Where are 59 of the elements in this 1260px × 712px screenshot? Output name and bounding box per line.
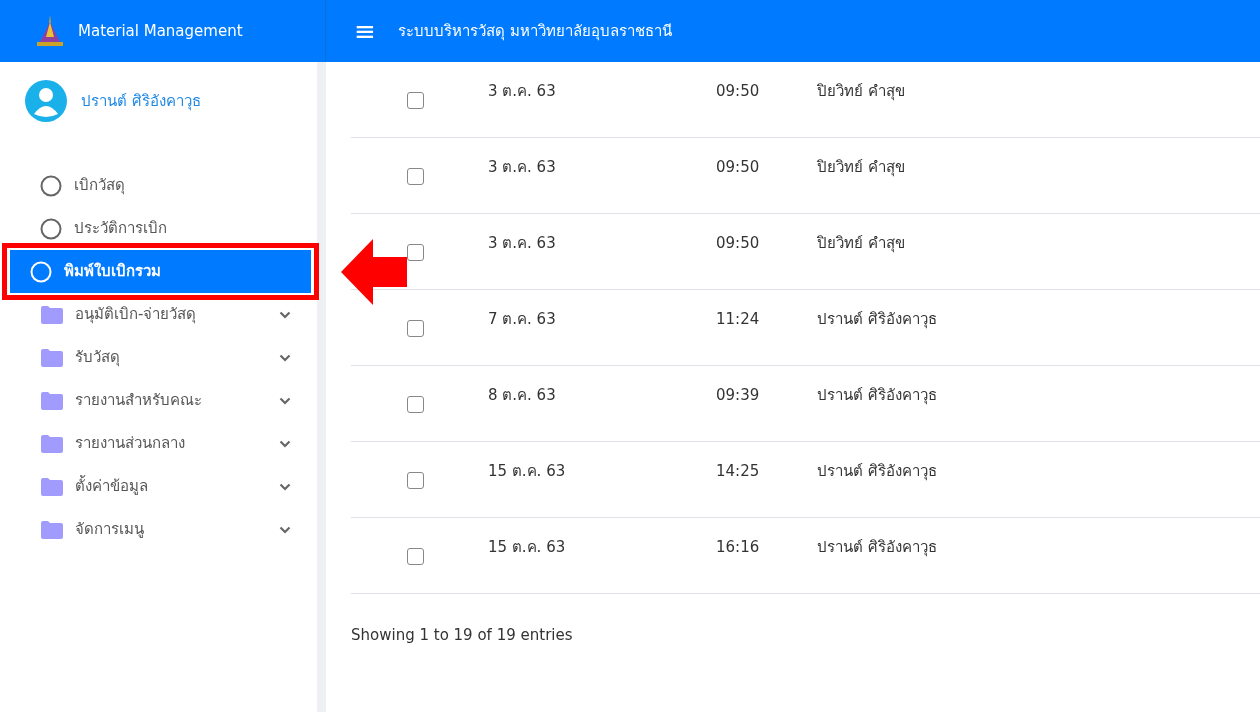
user-name[interactable]: ปรานต์ ศิริอังคาวุธ xyxy=(81,89,201,113)
folder-icon xyxy=(40,305,63,324)
chevron-down-icon xyxy=(279,482,291,491)
checkbox[interactable] xyxy=(407,472,424,489)
date-cell: 8 ต.ค. 63 xyxy=(488,386,556,404)
folder-icon xyxy=(40,477,63,496)
sidebar-item[interactable]: รับวัสดุ xyxy=(10,336,311,379)
checkbox[interactable] xyxy=(407,320,424,337)
menu-icon[interactable]: ≡ xyxy=(354,18,376,44)
checkbox[interactable] xyxy=(407,244,424,261)
checkbox[interactable] xyxy=(407,168,424,185)
sidebar-item[interactable]: อนุมัติเบิก-จ่ายวัสดุ xyxy=(10,293,311,336)
time-cell: 09:50 xyxy=(716,234,760,252)
date-cell: 15 ต.ค. 63 xyxy=(488,538,566,556)
chevron-down-icon xyxy=(279,310,291,319)
folder-icon xyxy=(40,391,63,410)
chevron-down-icon xyxy=(279,439,291,448)
time-cell: 16:16 xyxy=(716,538,760,556)
folder-icon xyxy=(40,348,63,367)
name-cell: ปรานต์ ศิริอังคาวุธ xyxy=(817,310,937,328)
time-cell: 09:50 xyxy=(716,158,760,176)
date-cell: 15 ต.ค. 63 xyxy=(488,462,566,480)
entries-info: Showing 1 to 19 of 19 entries xyxy=(351,625,574,646)
sidebar-item[interactable]: รายงานส่วนกลาง xyxy=(10,422,311,465)
name-cell: ปรานต์ ศิริอังคาวุธ xyxy=(817,386,937,404)
sidebar-item[interactable]: ประวัติการเบิก xyxy=(10,207,311,250)
checkbox[interactable] xyxy=(407,396,424,413)
date-cell: 3 ต.ค. 63 xyxy=(488,158,556,176)
sidebar-item[interactable]: รายงานสำหรับคณะ xyxy=(10,379,311,422)
folder-icon xyxy=(40,434,63,453)
name-cell: ปิยวิทย์ คำสุข xyxy=(817,82,905,100)
time-cell: 11:24 xyxy=(716,310,760,328)
folder-icon xyxy=(40,520,63,539)
name-cell: ปรานต์ ศิริอังคาวุธ xyxy=(817,538,937,556)
sidebar-item[interactable]: เบิกวัสดุ xyxy=(10,164,311,207)
pointer-arrow xyxy=(341,238,407,305)
circle-icon xyxy=(40,174,62,197)
checkbox[interactable] xyxy=(407,92,424,109)
name-cell: ปรานต์ ศิริอังคาวุธ xyxy=(817,462,937,480)
name-cell: ปิยวิทย์ คำสุข xyxy=(817,158,905,176)
time-cell: 09:39 xyxy=(716,386,760,404)
chevron-down-icon xyxy=(279,396,291,405)
user-avatar-icon xyxy=(25,80,67,122)
date-cell: 3 ต.ค. 63 xyxy=(488,234,556,252)
date-cell: 7 ต.ค. 63 xyxy=(488,310,556,328)
app-title: Material Management xyxy=(78,20,243,42)
chevron-down-icon xyxy=(279,353,291,362)
time-cell: 09:50 xyxy=(716,82,760,100)
time-cell: 14:25 xyxy=(716,462,760,480)
name-cell: ปิยวิทย์ คำสุข xyxy=(817,234,905,252)
circle-icon xyxy=(30,260,52,283)
circle-icon xyxy=(40,217,62,240)
sidebar-item[interactable]: ตั้งค่าข้อมูล xyxy=(10,465,311,508)
sidebar-item[interactable]: พิมพ์ใบเบิกรวม xyxy=(10,250,311,293)
chevron-down-icon xyxy=(279,525,291,534)
sidebar-item[interactable]: จัดการเมนู xyxy=(10,508,311,551)
checkbox[interactable] xyxy=(407,548,424,565)
date-cell: 3 ต.ค. 63 xyxy=(488,82,556,100)
header-title: ระบบบริหารวัสดุ มหาวิทยาลัยอุบลราชธานี xyxy=(397,20,672,43)
